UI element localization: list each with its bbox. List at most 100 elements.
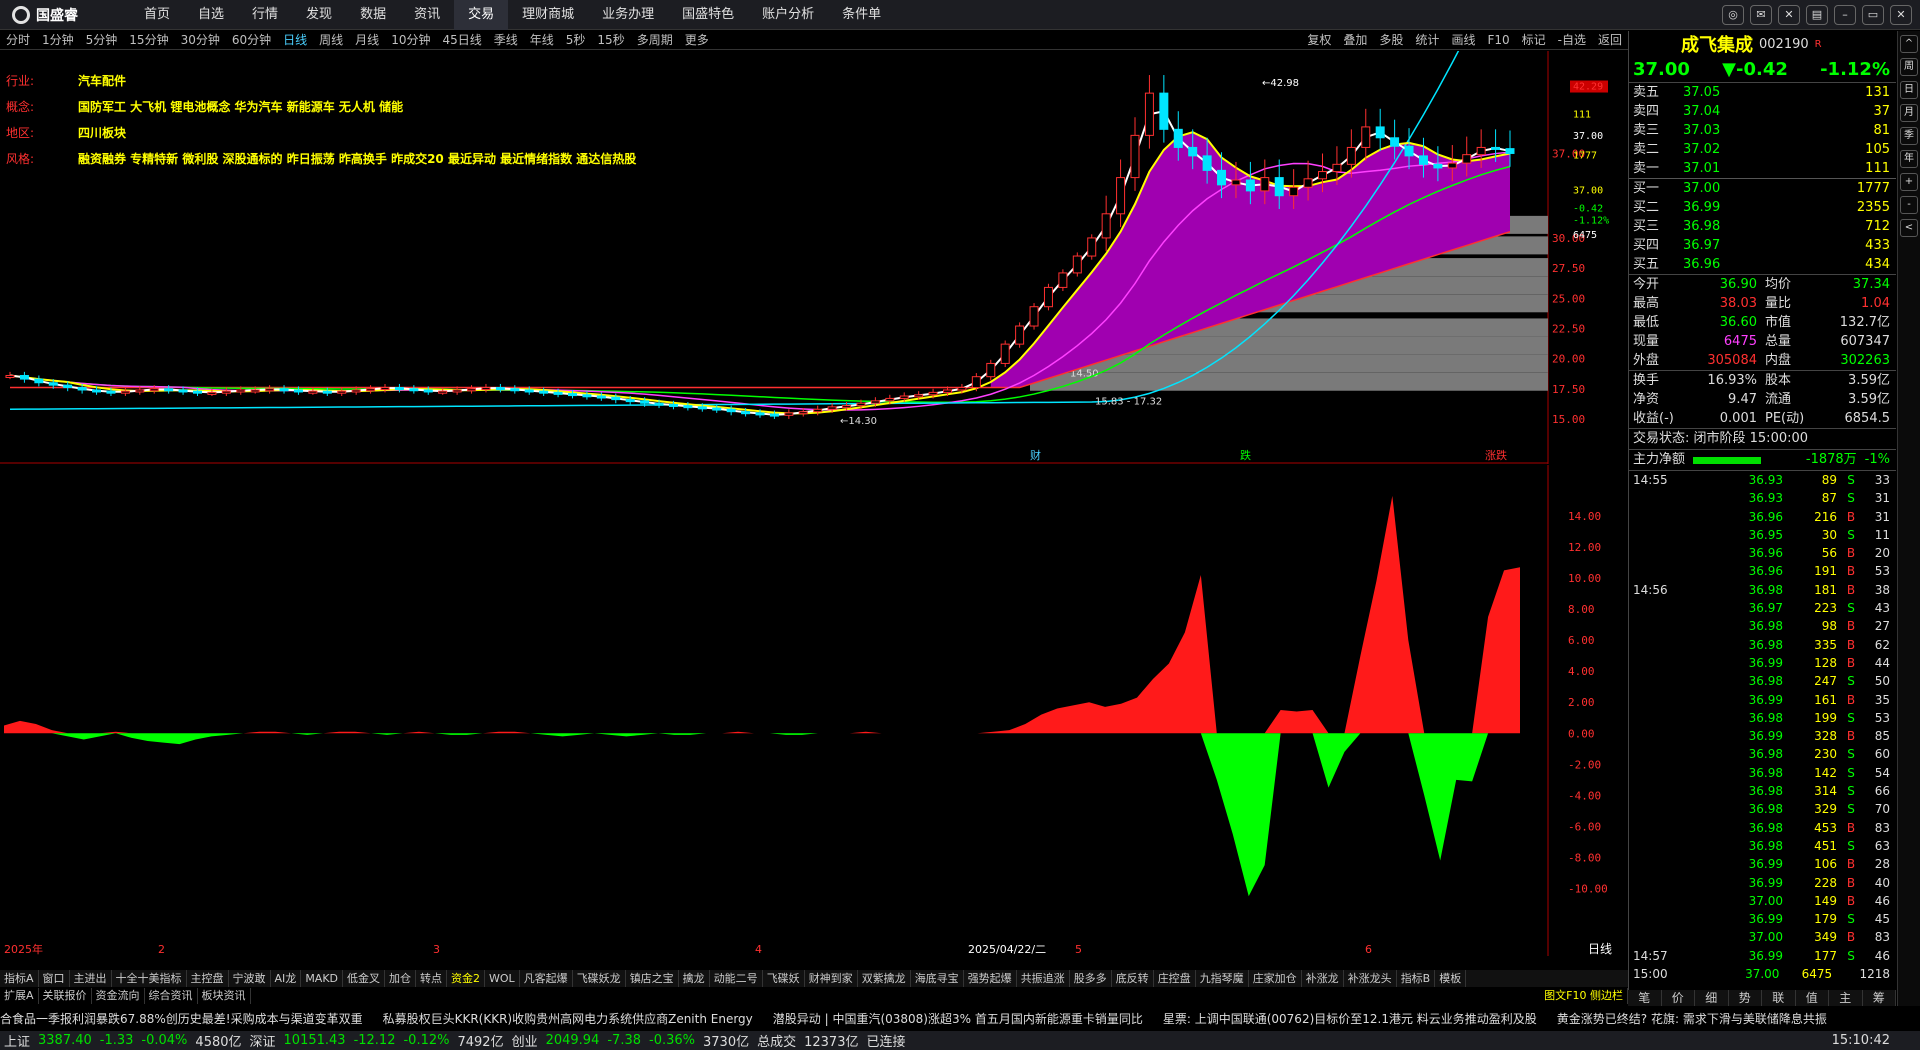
restore-icon[interactable]: ▭ [1862,5,1884,25]
indicator-tab-29[interactable]: 补涨龙 [1302,970,1344,987]
period-5[interactable]: 60分钟 [226,31,277,50]
period-13[interactable]: 5秒 [560,31,592,50]
indicator-tab-23[interactable]: 共振追涨 [1017,970,1070,987]
period-3[interactable]: 15分钟 [123,31,174,50]
indicator-tab-26[interactable]: 庄控盘 [1154,970,1196,987]
period-1[interactable]: 1分钟 [36,31,80,50]
period-14[interactable]: 15秒 [591,31,630,50]
ask-row-4[interactable]: 卖一 37.01 111 [1629,159,1896,178]
indicator-tab-28[interactable]: 庄家加仓 [1249,970,1302,987]
nav-item-9[interactable]: 国盛特色 [668,0,748,30]
ask-row-3[interactable]: 卖二 37.02 105 [1629,140,1896,159]
ask-row-1[interactable]: 卖四 37.04 37 [1629,102,1896,121]
indicator-tab-10[interactable]: 转点 [416,970,448,987]
right-tab-0[interactable]: 笔 [1628,990,1662,1006]
indicator-tab-14[interactable]: 飞碟妖龙 [573,970,626,987]
sidebar-btn-1[interactable]: 周 [1900,58,1918,76]
bid-row-1[interactable]: 买二 36.99 2355 [1629,198,1896,217]
indicator-tab-19[interactable]: 财神到家 [805,970,858,987]
nav-item-11[interactable]: 条件单 [828,0,895,30]
indicator-tab-24[interactable]: 股多多 [1070,970,1112,987]
chart-tool-0[interactable]: 复权 [1301,31,1337,50]
nav-item-6[interactable]: 交易 [454,0,509,30]
bid-row-3[interactable]: 买四 36.97 433 [1629,236,1896,255]
nav-item-1[interactable]: 自选 [184,0,238,30]
bid-row-0[interactable]: 买一 37.00 1777 [1629,179,1896,198]
indicator-tab-2[interactable]: 主进出 [70,970,112,987]
nav-item-2[interactable]: 行情 [238,0,292,30]
indicator-tab-16[interactable]: 擒龙 [679,970,710,987]
chart-tool-3[interactable]: 统计 [1409,31,1445,50]
bid-row-2[interactable]: 买三 36.98 712 [1629,217,1896,236]
indicator-tab-31[interactable]: 指标B [1397,970,1436,987]
right-tab-2[interactable]: 细 [1695,990,1729,1006]
indicator-tab-1[interactable]: 窗口 [39,970,70,987]
period-9[interactable]: 10分钟 [385,31,436,50]
indicator-tab-12[interactable]: WOL [485,970,520,987]
sidebar-btn-4[interactable]: 季 [1900,127,1918,145]
indicator-tab-15[interactable]: 镇店之宝 [626,970,679,987]
indicator-chart[interactable]: 14.00 12.00 10.00 8.00 6.00 4.00 2.00 0.00 -2.00… [0,465,1628,956]
indicator-tab-25[interactable]: 底反转 [1112,970,1154,987]
right-tab-1[interactable]: 价 [1662,990,1695,1006]
sidebar-btn-6[interactable]: + [1900,173,1918,191]
sidebar-btn-0[interactable]: ^ [1900,35,1918,53]
indicator-tab-32[interactable]: 模板 [1435,970,1467,987]
right-tab-3[interactable]: 势 [1729,990,1762,1006]
chart-tool-5[interactable]: F10 [1481,31,1515,50]
nav-item-3[interactable]: 发现 [292,0,346,30]
ext-tab-1[interactable]: 关联报价 [39,988,92,1004]
indicator-tab-3[interactable]: 十全十美指标 [112,970,187,987]
period-2[interactable]: 5分钟 [80,31,124,50]
period-8[interactable]: 月线 [349,31,385,50]
sidebar-btn-7[interactable]: - [1900,196,1918,214]
chart-tool-7[interactable]: -自选 [1552,31,1592,50]
period-6[interactable]: 日线 [277,31,313,50]
nav-item-10[interactable]: 账户分析 [748,0,828,30]
logo[interactable]: 国盛睿 [0,0,130,30]
shirt-icon[interactable]: ▤ [1806,5,1828,25]
news-item-2[interactable]: 潜股异动 | 中国重汽(03808)涨超3% 首五月国内新能源重卡销量同比 [773,1010,1143,1027]
minimize-icon[interactable]: – [1834,5,1856,25]
indicator-tab-30[interactable]: 补涨龙头 [1344,970,1397,987]
right-tab-4[interactable]: 联 [1762,990,1796,1006]
indicator-tab-5[interactable]: 宁波敢 [229,970,271,987]
right-tab-6[interactable]: 主 [1829,990,1863,1006]
nav-item-7[interactable]: 理财商城 [508,0,588,30]
indicator-tab-22[interactable]: 强势起爆 [964,970,1017,987]
indicator-tab-20[interactable]: 双紫擒龙 [858,970,911,987]
period-12[interactable]: 年线 [524,31,560,50]
chart-tool-6[interactable]: 标记 [1516,31,1552,50]
right-tab-7[interactable]: 筹 [1863,990,1896,1006]
indicator-tab-0[interactable]: 指标A [0,970,39,987]
period-11[interactable]: 季线 [488,31,524,50]
indicator-tab-17[interactable]: 动能二号 [710,970,763,987]
ask-row-2[interactable]: 卖三 37.03 81 [1629,121,1896,140]
news-item-0[interactable]: 合食品一季报利润暴跌67.88%创历史最差!采购成本与渠道变革双重 [0,1010,363,1027]
period-7[interactable]: 周线 [313,31,349,50]
close-icon[interactable]: ✕ [1890,5,1912,25]
sidebar-btn-8[interactable]: < [1900,219,1918,237]
ext-tab-0[interactable]: 扩展A [0,988,39,1004]
chat-icon[interactable]: ◎ [1722,5,1744,25]
indicator-tab-11[interactable]: 资金2 [447,970,486,987]
news-item-3[interactable]: 星票: 上调中国联通(00762)目标价至12.1港元 料云业务推动盈利及股 [1163,1010,1537,1027]
indicator-tab-4[interactable]: 主控盘 [187,970,229,987]
period-15[interactable]: 多周期 [631,31,679,50]
indicator-tab-6[interactable]: AI龙 [271,970,302,987]
period-4[interactable]: 30分钟 [175,31,226,50]
indicator-tab-7[interactable]: MAKD [301,970,344,987]
news-item-1[interactable]: 私募股权巨头KKR(KKR)收购贵州高网电力系统供应商Zenith Energy [383,1010,753,1027]
sidebar-btn-5[interactable]: 年 [1900,150,1918,168]
mail-icon[interactable]: ✉ [1750,5,1772,25]
chart-tool-8[interactable]: 返回 [1592,31,1628,50]
tools-icon[interactable]: ✕ [1778,5,1800,25]
indicator-tab-27[interactable]: 九指琴魔 [1196,970,1249,987]
indicator-tab-13[interactable]: 凡客起爆 [520,970,573,987]
period-0[interactable]: 分时 [0,31,36,50]
chart-tool-2[interactable]: 多股 [1373,31,1409,50]
nav-item-4[interactable]: 数据 [346,0,400,30]
ext-tab-3[interactable]: 综合资讯 [145,988,198,1004]
indicator-tab-21[interactable]: 海底寻宝 [911,970,964,987]
indicator-tab-9[interactable]: 加仓 [385,970,417,987]
